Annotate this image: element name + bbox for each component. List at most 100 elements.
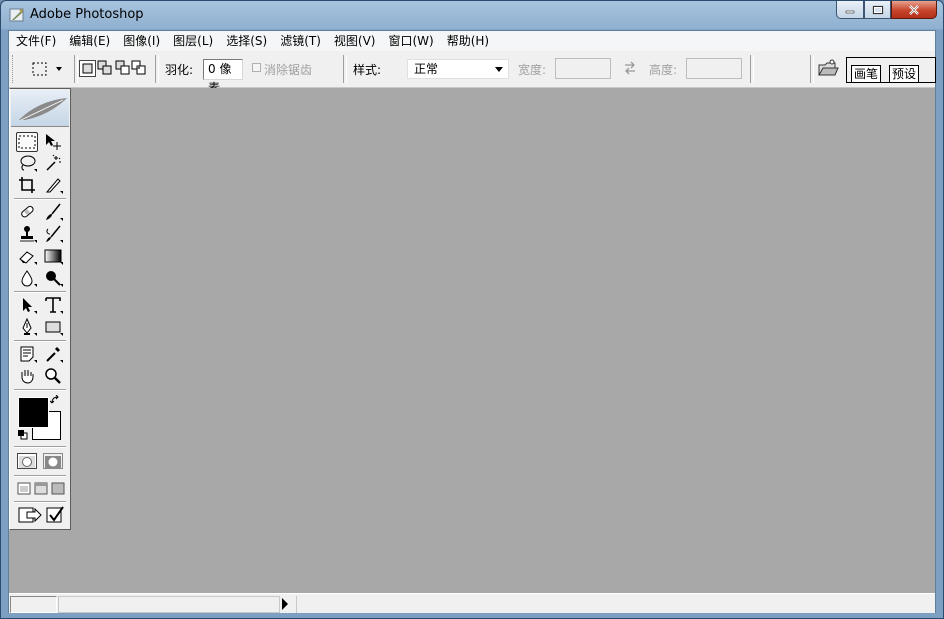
options-bar-grip[interactable]: [12, 55, 16, 83]
hand-icon: [18, 367, 36, 385]
workspace-canvas[interactable]: [9, 88, 935, 593]
pen-tool[interactable]: [16, 317, 38, 337]
standard-mode-icon: [18, 455, 36, 469]
style-select[interactable]: 正常: [407, 59, 509, 79]
lasso-tool[interactable]: [16, 153, 38, 173]
width-input[interactable]: [555, 58, 611, 79]
eraser-tool[interactable]: [16, 246, 38, 266]
height-input[interactable]: [686, 58, 742, 79]
blur-tool[interactable]: [16, 268, 38, 288]
intersect-selection-icon: [131, 60, 146, 75]
client-area: 文件(F) 编辑(E) 图像(I) 图层(L) 选择(S) 滤镜(T) 视图(V…: [8, 30, 936, 613]
tool-flyout-indicator: [60, 333, 63, 336]
subtract-selection-button[interactable]: [115, 60, 132, 77]
full-screen-mode-icon[interactable]: [51, 482, 65, 495]
history-brush-tool[interactable]: [42, 224, 64, 244]
tool-flyout-indicator: [60, 311, 63, 314]
menu-select[interactable]: 选择(S): [219, 31, 273, 51]
close-button[interactable]: [891, 1, 937, 19]
marquee-preset-icon: [31, 61, 49, 77]
palette-well: 画笔 预设: [846, 57, 936, 83]
status-menu-arrow-icon[interactable]: [282, 598, 288, 610]
clone-stamp-tool[interactable]: [16, 224, 38, 244]
swap-dimensions-icon[interactable]: [623, 61, 637, 75]
slice-tool[interactable]: [42, 175, 64, 195]
tool-flyout-indicator: [60, 360, 63, 363]
brush-tool[interactable]: [42, 202, 64, 222]
menu-bar: 文件(F) 编辑(E) 图像(I) 图层(L) 选择(S) 滤镜(T) 视图(V…: [9, 31, 935, 52]
swap-colors-icon[interactable]: [50, 395, 62, 407]
eyedropper-tool[interactable]: [42, 344, 64, 364]
close-icon: [908, 5, 920, 15]
maximize-button[interactable]: [864, 1, 891, 19]
jump-to-imageready-icon[interactable]: [17, 505, 43, 525]
menu-view[interactable]: 视图(V): [327, 31, 382, 51]
subtract-selection-icon: [115, 60, 130, 75]
path-selection-tool[interactable]: [16, 295, 38, 315]
chevron-down-icon: [495, 67, 503, 72]
hand-tool[interactable]: [16, 366, 38, 386]
antialias-label: 消除锯齿: [264, 61, 312, 78]
add-selection-button[interactable]: [97, 60, 114, 77]
bandage-icon: [18, 203, 36, 221]
menu-file[interactable]: 文件(F): [9, 31, 62, 51]
menu-edit[interactable]: 编辑(E): [62, 31, 116, 51]
magic-wand-tool[interactable]: [42, 153, 64, 173]
tool-flyout-indicator: [60, 218, 63, 221]
tool-flyout-indicator: [34, 262, 37, 265]
menu-window[interactable]: 窗口(W): [381, 31, 439, 51]
move-tool[interactable]: [42, 132, 64, 152]
chevron-down-icon: [56, 67, 62, 71]
feather-input[interactable]: 0 像素: [203, 59, 243, 80]
menu-filter[interactable]: 滤镜(T): [273, 31, 327, 51]
antialias-checkbox[interactable]: [252, 63, 261, 72]
standard-mode-button[interactable]: [17, 453, 37, 469]
default-colors-icon[interactable]: [17, 429, 28, 440]
window-title: Adobe Photoshop: [30, 7, 144, 22]
tool-flyout-indicator: [60, 262, 63, 265]
file-browser-icon[interactable]: [817, 58, 839, 78]
toolbox: [9, 88, 71, 530]
menu-help[interactable]: 帮助(H): [440, 31, 495, 51]
type-tool[interactable]: [42, 295, 64, 315]
tool-preset-picker[interactable]: [29, 60, 65, 78]
gradient-icon: [44, 249, 62, 263]
toolbox-header[interactable]: [11, 90, 69, 127]
palette-tab-presets[interactable]: 预设: [889, 65, 919, 82]
quick-mask-button[interactable]: [43, 453, 63, 469]
add-selection-icon: [97, 60, 112, 75]
options-bar: 羽化: 0 像素 消除锯齿 样式: 正常 宽度: 高度: 画笔 预设: [9, 51, 935, 88]
intersect-selection-button[interactable]: [131, 60, 148, 77]
dodge-tool[interactable]: [42, 268, 64, 288]
menu-image[interactable]: 图像(I): [116, 31, 166, 51]
minimize-button[interactable]: [836, 1, 864, 19]
foreground-color-swatch[interactable]: [19, 398, 48, 427]
tool-flyout-indicator: [34, 360, 37, 363]
tool-flyout-indicator: [60, 191, 63, 194]
style-label: 样式:: [353, 61, 381, 78]
notes-tool[interactable]: [16, 344, 38, 364]
rectangular-marquee-tool[interactable]: [16, 132, 38, 152]
status-divider: [296, 596, 297, 613]
healing-brush-tool[interactable]: [16, 202, 38, 222]
palette-tab-brushes[interactable]: 画笔: [851, 65, 881, 82]
zoom-field[interactable]: [10, 596, 57, 613]
crop-tool[interactable]: [16, 175, 38, 195]
tool-flyout-indicator: [60, 284, 63, 287]
gradient-tool[interactable]: [42, 246, 64, 266]
new-selection-button[interactable]: [79, 60, 96, 77]
magic-wand-icon: [44, 154, 62, 172]
maximize-icon: [872, 5, 883, 14]
marquee-icon: [18, 135, 36, 149]
standard-screen-mode-icon[interactable]: [17, 482, 31, 495]
title-bar[interactable]: Adobe Photoshop: [1, 1, 943, 30]
photoshop-feather-icon: [9, 7, 25, 23]
crop-icon: [18, 176, 36, 194]
tool-flyout-indicator: [60, 240, 63, 243]
menu-layer[interactable]: 图层(L): [166, 31, 219, 51]
checkmark-icon[interactable]: [45, 505, 65, 525]
zoom-tool[interactable]: [42, 366, 64, 386]
full-screen-menu-mode-icon[interactable]: [34, 482, 48, 495]
rectangle-tool[interactable]: [42, 317, 64, 337]
feather-label: 羽化:: [165, 61, 193, 78]
